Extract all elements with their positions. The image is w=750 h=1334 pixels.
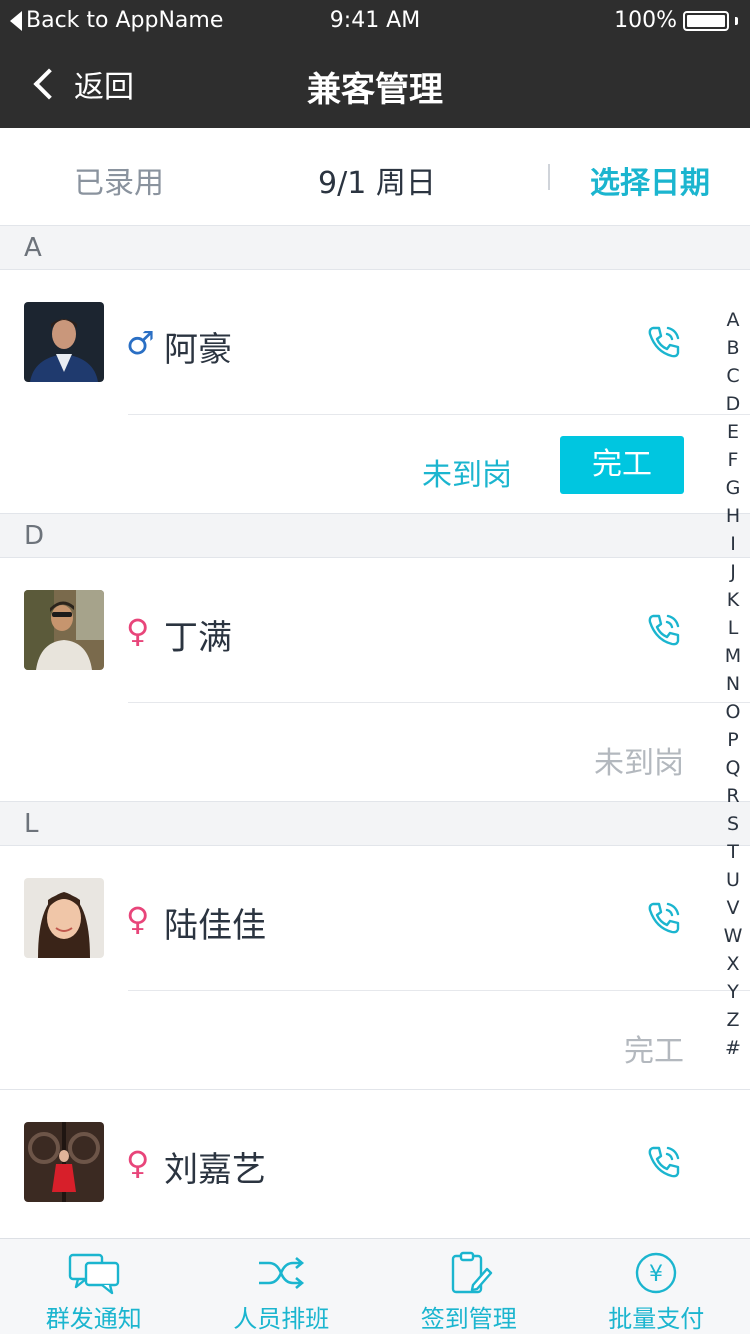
tab-label: 人员排班 xyxy=(233,1305,330,1333)
select-date-button[interactable]: 选择日期 xyxy=(590,158,710,202)
svg-text:¥: ¥ xyxy=(649,1262,663,1287)
attendance-status: 完工 xyxy=(624,1034,684,1069)
female-gender-icon: ♀ xyxy=(126,1144,150,1182)
index-letter[interactable]: D xyxy=(720,390,746,418)
person-name: 丁满 xyxy=(164,618,232,658)
index-letter[interactable]: W xyxy=(720,922,746,950)
status-bar: Back to AppName 9:41 AM 100% xyxy=(0,0,750,42)
row-divider xyxy=(128,990,750,991)
female-gender-icon: ♀ xyxy=(126,900,150,938)
index-letter[interactable]: C xyxy=(720,362,746,390)
index-letter[interactable]: O xyxy=(720,698,746,726)
bottom-tab-bar: 群发通知 人员排班 签到管理 ¥ 批量支付 xyxy=(0,1238,750,1334)
row-divider xyxy=(128,414,750,415)
index-letter[interactable]: G xyxy=(720,474,746,502)
index-letter[interactable]: T xyxy=(720,838,746,866)
index-letter[interactable]: U xyxy=(720,866,746,894)
index-letter[interactable]: M xyxy=(720,642,746,670)
phone-icon[interactable] xyxy=(644,610,684,650)
index-letter[interactable]: P xyxy=(720,726,746,754)
tab-label: 群发通知 xyxy=(45,1305,142,1333)
person-name: 陆佳佳 xyxy=(164,906,266,946)
battery-indicator: 100% xyxy=(614,8,738,33)
clipboard-edit-icon xyxy=(451,1251,492,1294)
current-date: 9/1 周日 xyxy=(318,166,436,201)
yen-circle-icon: ¥ xyxy=(636,1252,677,1294)
index-letter[interactable]: N xyxy=(720,670,746,698)
avatar xyxy=(24,302,104,382)
index-letter[interactable]: K xyxy=(720,586,746,614)
index-letter[interactable]: E xyxy=(720,418,746,446)
not-arrived-link[interactable]: 未到岗 xyxy=(422,450,512,494)
section-header-a: A xyxy=(0,226,750,270)
index-letter[interactable]: S xyxy=(720,810,746,838)
shuffle-icon xyxy=(259,1257,305,1289)
top-bar: Back to AppName 9:41 AM 100% 返回 兼客管理 xyxy=(0,0,750,128)
index-letter[interactable]: # xyxy=(720,1034,746,1062)
section-header-d: D xyxy=(0,514,750,558)
avatar xyxy=(24,878,104,958)
phone-icon[interactable] xyxy=(644,322,684,362)
battery-tip xyxy=(735,16,738,25)
index-letter[interactable]: V xyxy=(720,894,746,922)
hired-filter[interactable]: 已录用 xyxy=(74,158,164,202)
nav-bar: 返回 兼客管理 xyxy=(0,42,750,128)
index-letter[interactable]: H xyxy=(720,502,746,530)
avatar xyxy=(24,590,104,670)
row-divider xyxy=(128,702,750,703)
index-letter[interactable]: A xyxy=(720,306,746,334)
tab-label: 批量支付 xyxy=(608,1305,705,1333)
list-item[interactable]: ♀ 陆佳佳 完工 xyxy=(0,846,750,1090)
female-gender-icon: ♀ xyxy=(126,612,150,650)
index-letter[interactable]: B xyxy=(720,334,746,362)
index-letter[interactable]: I xyxy=(720,530,746,558)
list-item[interactable]: ♀ 刘嘉艺 xyxy=(0,1090,750,1238)
filter-bar: 已录用 9/1 周日 选择日期 xyxy=(0,128,750,226)
index-letter[interactable]: Y xyxy=(720,978,746,1006)
attendance-status: 未到岗 xyxy=(594,746,684,781)
phone-icon[interactable] xyxy=(644,898,684,938)
person-name: 阿豪 xyxy=(164,330,232,370)
index-letter[interactable]: L xyxy=(720,614,746,642)
tab-checkin-manage[interactable]: 签到管理 xyxy=(375,1239,563,1334)
index-letter[interactable]: F xyxy=(720,446,746,474)
list-item[interactable]: ♂ 阿豪 未到岗 完工 xyxy=(0,270,750,514)
tab-staff-schedule[interactable]: 人员排班 xyxy=(188,1239,376,1334)
index-letter[interactable]: Q xyxy=(720,754,746,782)
list-item[interactable]: ♀ 丁满 未到岗 xyxy=(0,558,750,802)
phone-icon[interactable] xyxy=(644,1142,684,1182)
avatar xyxy=(24,1122,104,1202)
tab-label: 签到管理 xyxy=(420,1305,517,1333)
person-name: 刘嘉艺 xyxy=(164,1150,266,1190)
index-letter[interactable]: R xyxy=(720,782,746,810)
tab-group-notify[interactable]: 群发通知 xyxy=(0,1239,188,1334)
chat-bubbles-icon xyxy=(68,1253,119,1295)
male-gender-icon: ♂ xyxy=(126,324,155,362)
index-letter[interactable]: X xyxy=(720,950,746,978)
index-letter[interactable]: Z xyxy=(720,1006,746,1034)
page-title: 兼客管理 xyxy=(307,70,443,110)
filter-separator xyxy=(548,164,550,190)
battery-icon xyxy=(683,10,729,31)
finish-work-button[interactable]: 完工 xyxy=(560,436,684,494)
index-letter[interactable]: J xyxy=(720,558,746,586)
tab-batch-pay[interactable]: ¥ 批量支付 xyxy=(563,1239,750,1334)
battery-percent: 100% xyxy=(614,8,677,33)
alphabet-index[interactable]: A B C D E F G H I J K L M N O P Q R S T U V W X Y Z # xyxy=(720,306,746,1062)
section-header-l: L xyxy=(0,802,750,846)
